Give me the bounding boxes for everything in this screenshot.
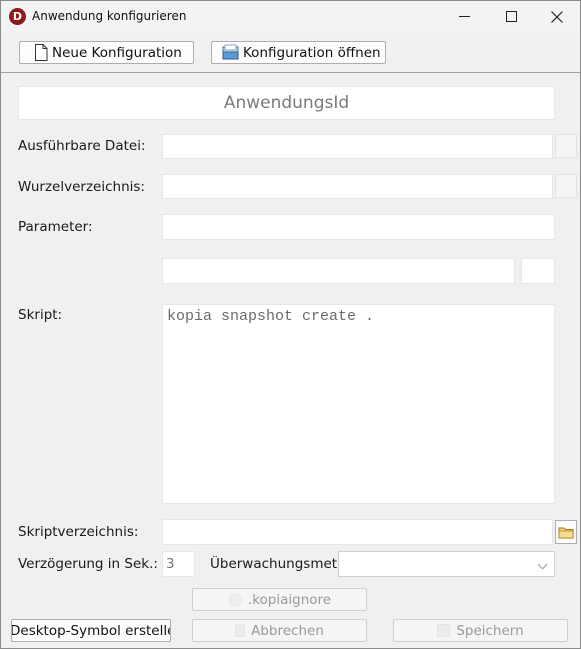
config-window: D Anwendung konfigurieren Neue Konfigura… xyxy=(0,0,581,649)
monitor-label: Überwachungsmeth xyxy=(210,556,338,572)
app-logo-icon: D xyxy=(9,8,26,25)
parameter-input[interactable] xyxy=(162,214,555,240)
new-config-button[interactable]: Neue Konfiguration xyxy=(19,41,194,64)
delay-input[interactable]: 3 xyxy=(162,551,195,577)
open-config-button[interactable]: Konfiguration öffnen xyxy=(211,41,386,64)
desktop-shortcut-button[interactable]: Desktop-Symbol erstellen xyxy=(11,619,171,642)
chevron-down-icon xyxy=(537,559,548,570)
title-bar: D Anwendung konfigurieren xyxy=(1,1,580,32)
save-button[interactable]: Speichern xyxy=(393,619,568,642)
executable-browse-button[interactable] xyxy=(555,134,577,158)
monitor-select[interactable] xyxy=(338,551,555,577)
minimize-icon xyxy=(458,16,470,17)
open-folder-icon xyxy=(222,44,239,60)
executable-input[interactable] xyxy=(162,134,553,159)
extra-small-input[interactable] xyxy=(521,258,555,284)
cancel-icon xyxy=(235,624,246,637)
kopiaignore-button[interactable]: .kopiaignore xyxy=(192,588,367,611)
script-dir-input[interactable] xyxy=(162,519,553,545)
save-icon xyxy=(437,624,451,637)
extra-input[interactable] xyxy=(162,258,515,284)
parameter-label: Parameter: xyxy=(18,219,93,235)
maximize-button[interactable] xyxy=(488,1,534,32)
kopiaignore-label: .kopiaignore xyxy=(247,591,332,608)
root-dir-input[interactable] xyxy=(162,174,553,199)
app-id-field[interactable]: AnwendungsId xyxy=(18,86,555,120)
script-dir-label: Skriptverzeichnis: xyxy=(18,524,139,540)
new-config-label: Neue Konfiguration xyxy=(52,44,182,61)
desktop-shortcut-label: Desktop-Symbol erstellen xyxy=(11,622,171,639)
cancel-button[interactable]: Abbrechen xyxy=(192,619,367,642)
executable-label: Ausführbare Datei: xyxy=(18,138,146,154)
root-dir-browse-button[interactable] xyxy=(555,174,577,198)
root-dir-label: Wurzelverzeichnis: xyxy=(18,179,145,195)
toolbar: Neue Konfiguration Konfiguration öffnen xyxy=(1,32,580,73)
maximize-icon xyxy=(505,11,517,22)
save-label: Speichern xyxy=(456,622,524,639)
app-id-placeholder: AnwendungsId xyxy=(223,93,350,113)
minimize-button[interactable] xyxy=(441,1,487,32)
script-label: Skript: xyxy=(18,307,63,323)
window-title: Anwendung konfigurieren xyxy=(32,9,187,23)
open-config-label: Konfiguration öffnen xyxy=(243,44,381,61)
close-icon xyxy=(551,10,563,23)
script-dir-browse-button[interactable] xyxy=(555,520,577,544)
kopiaignore-icon xyxy=(227,592,242,607)
close-button[interactable] xyxy=(534,1,580,32)
script-textarea[interactable]: kopia snapshot create . xyxy=(162,304,555,504)
document-icon xyxy=(35,44,48,61)
folder-icon xyxy=(558,527,574,539)
delay-label: Verzögerung in Sek.: xyxy=(18,556,158,572)
cancel-label: Abbrechen xyxy=(251,622,324,639)
